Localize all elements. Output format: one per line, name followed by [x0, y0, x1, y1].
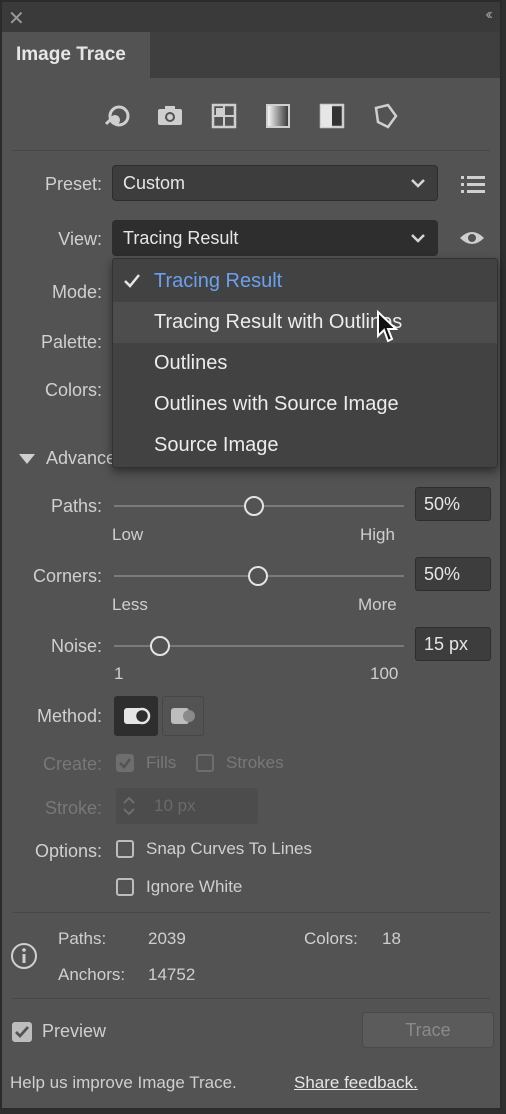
- auto-color-preset-icon[interactable]: [102, 100, 134, 132]
- view-dropdown-menu: Tracing Result Tracing Result with Outli…: [112, 258, 498, 468]
- view-value: Tracing Result: [123, 228, 239, 248]
- menu-item-label: Outlines: [154, 352, 228, 374]
- stroke-field[interactable]: 10 px: [116, 788, 258, 824]
- outline-preset-icon[interactable]: [370, 100, 402, 132]
- trace-button-label: Trace: [405, 1020, 451, 1040]
- corners-low-label: Less: [112, 595, 148, 614]
- share-feedback-link[interactable]: Share feedback.: [294, 1073, 418, 1093]
- method-label: Method:: [36, 706, 102, 726]
- chevron-down-icon: [411, 179, 425, 188]
- black-and-white-preset-icon[interactable]: [316, 100, 348, 132]
- menu-item-label: Tracing Result with Outlines: [154, 311, 403, 333]
- abutting-method-icon: [124, 707, 151, 725]
- chevron-down-icon: [411, 234, 425, 243]
- camera-icon[interactable]: [154, 100, 186, 132]
- view-dropdown[interactable]: Tracing Result: [112, 220, 438, 256]
- noise-slider-handle[interactable]: [150, 636, 170, 656]
- view-label: View:: [58, 229, 102, 249]
- menu-item-label: Tracing Result: [154, 270, 283, 292]
- palette-label: Palette:: [40, 332, 102, 352]
- colors-label: Colors:: [44, 380, 102, 400]
- fills-label: Fills: [146, 753, 177, 772]
- menu-item-outlines[interactable]: Outlines: [113, 343, 497, 384]
- fills-checkbox[interactable]: [116, 754, 134, 772]
- tab-image-trace[interactable]: Image Trace: [2, 32, 150, 78]
- menu-item-label: Source Image: [154, 434, 279, 456]
- menu-item-source-image[interactable]: Source Image: [113, 425, 497, 466]
- preset-value: Custom: [123, 173, 186, 193]
- corners-high-label: More: [358, 595, 397, 614]
- corners-value: 50%: [424, 564, 461, 584]
- create-label: Create:: [42, 754, 102, 774]
- stats-paths-label: Paths:: [58, 929, 107, 948]
- eye-icon[interactable]: [458, 228, 486, 248]
- strokes-label: Strokes: [226, 753, 284, 772]
- mode-label: Mode:: [51, 282, 102, 302]
- stats-colors-value: 18: [382, 929, 401, 948]
- stepper-icon: [123, 796, 135, 816]
- tab-bar: Image Trace: [2, 32, 500, 78]
- stats-anchors-label: Anchors:: [58, 965, 126, 984]
- manage-presets-icon[interactable]: [460, 173, 486, 195]
- mouse-cursor-icon: [377, 310, 398, 343]
- paths-value-field[interactable]: 50%: [415, 487, 491, 521]
- noise-value: 15 px: [424, 634, 469, 654]
- noise-value-field[interactable]: 15 px: [415, 627, 491, 661]
- noise-low-label: 1: [114, 664, 124, 683]
- stats-anchors-value: 14752: [148, 965, 196, 984]
- snap-curves-label: Snap Curves To Lines: [146, 839, 313, 858]
- info-icon: [11, 943, 37, 969]
- menu-item-label: Outlines with Source Image: [154, 393, 399, 415]
- paths-high-label: High: [360, 525, 395, 544]
- preset-label: Preset:: [44, 174, 102, 194]
- preview-checkbox[interactable]: [12, 1022, 32, 1042]
- stats-colors-label: Colors:: [304, 929, 358, 948]
- preset-dropdown[interactable]: Custom: [112, 165, 438, 201]
- checkmark-icon: [119, 758, 131, 769]
- preview-label: Preview: [42, 1021, 107, 1041]
- noise-label: Noise:: [50, 636, 102, 656]
- corners-value-field[interactable]: 50%: [415, 557, 491, 591]
- trace-button[interactable]: Trace: [362, 1012, 494, 1048]
- paths-slider-handle[interactable]: [244, 496, 264, 516]
- snap-curves-checkbox[interactable]: [116, 840, 134, 858]
- method-abutting-button[interactable]: [114, 696, 158, 736]
- low-color-preset-icon[interactable]: [208, 100, 240, 132]
- menu-item-tracing-result-with-outlines[interactable]: Tracing Result with Outlines: [113, 302, 497, 343]
- strokes-checkbox[interactable]: [196, 754, 214, 772]
- image-trace-panel: ✕ ‹‹ Image Trace Preset: Custom View: Tr…: [0, 0, 502, 1110]
- divider: [12, 150, 490, 151]
- divider: [12, 998, 490, 999]
- stats-paths-value: 2039: [148, 929, 186, 948]
- method-overlapping-button[interactable]: [162, 696, 204, 736]
- footer-text: Help us improve Image Trace.: [10, 1073, 237, 1092]
- corners-label: Corners:: [32, 566, 102, 586]
- overlapping-method-icon: [171, 708, 195, 724]
- paths-label: Paths:: [50, 496, 102, 516]
- menu-item-tracing-result[interactable]: Tracing Result: [113, 261, 497, 302]
- ignore-white-checkbox[interactable]: [116, 878, 134, 896]
- stroke-value: 10 px: [154, 796, 196, 815]
- checkmark-icon: [15, 1026, 30, 1039]
- triangle-down-icon: [19, 454, 35, 464]
- divider: [12, 912, 490, 913]
- corners-slider-handle[interactable]: [248, 566, 268, 586]
- checkmark-icon: [124, 274, 140, 288]
- options-label: Options:: [34, 841, 102, 861]
- ignore-white-label: Ignore White: [146, 877, 243, 896]
- close-icon[interactable]: ✕: [8, 6, 25, 31]
- tab-label: Image Trace: [16, 44, 126, 65]
- paths-low-label: Low: [112, 525, 144, 544]
- noise-high-label: 100: [370, 664, 399, 683]
- panel-title-bar: ✕ ‹‹: [2, 2, 500, 32]
- paths-value: 50%: [424, 494, 461, 514]
- menu-item-outlines-with-source-image[interactable]: Outlines with Source Image: [113, 384, 497, 425]
- collapse-icon[interactable]: ‹‹: [485, 6, 492, 24]
- stroke-label: Stroke:: [44, 798, 102, 818]
- grayscale-preset-icon[interactable]: [262, 100, 294, 132]
